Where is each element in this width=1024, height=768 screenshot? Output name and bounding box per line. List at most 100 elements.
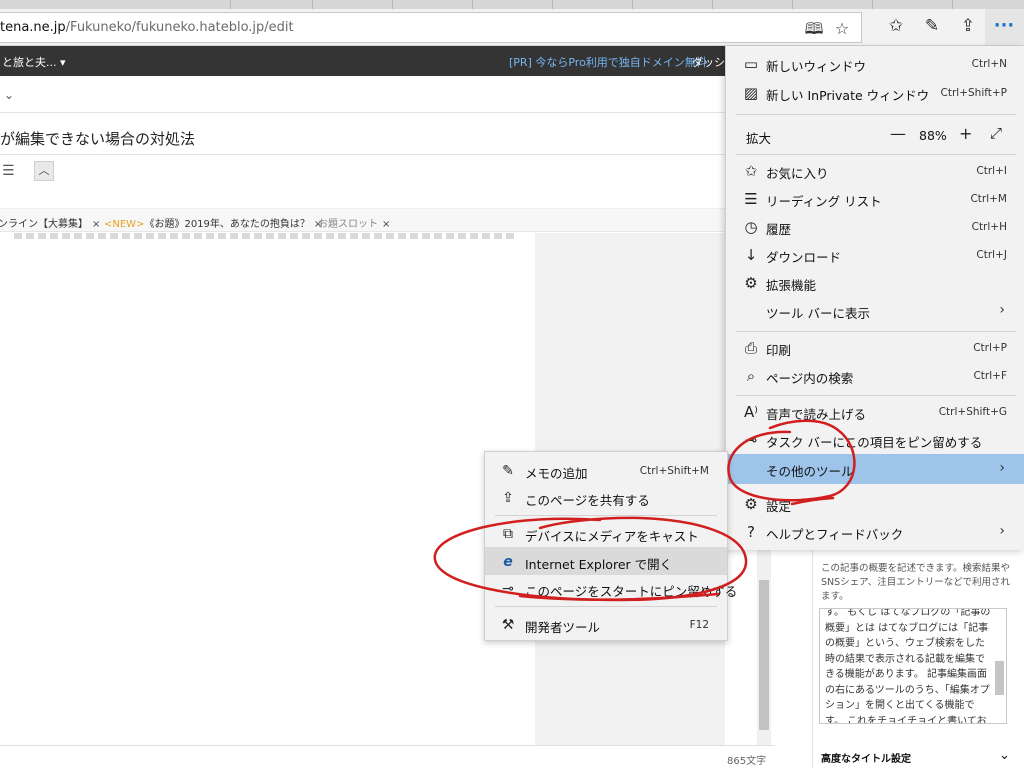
menu-item-read-aloud[interactable]: A⁾ 音声で読み上げる Ctrl+Shift+G — [726, 398, 1024, 426]
menu-separator — [736, 331, 1016, 332]
menu-item-reading-list[interactable]: ☰ リーディング リスト Ctrl+M — [726, 185, 1024, 213]
share-icon[interactable]: ⇪ — [956, 15, 980, 37]
download-icon: ↓ — [744, 246, 758, 264]
menu-item-find[interactable]: ⌕ ページ内の検索 Ctrl+F — [726, 362, 1024, 390]
summary-description: この記事の概要を記述できます。検索結果やSNSシェア、注目エントリーなどで利用さ… — [821, 563, 1011, 602]
post-title-input[interactable]: が編集できない場合の対処法 — [0, 128, 195, 149]
char-count: 865文字 — [727, 756, 767, 767]
menu-item-shortcut: Ctrl+M — [970, 193, 1007, 205]
menu-item-label: 拡張機能 — [766, 278, 817, 293]
zoom-out-button[interactable]: — — [890, 124, 906, 143]
more-button[interactable]: ··· — [985, 9, 1024, 45]
menu-item-new-window[interactable]: ▭ 新しいウィンドウ Ctrl+N — [726, 50, 1024, 78]
new-window-icon: ▭ — [743, 55, 759, 73]
submenu-item-share-page[interactable]: ⇪ このページを共有する — [485, 483, 727, 511]
submenu-item-pin-start[interactable]: ⊸ このページをスタートにピン留めする — [485, 574, 737, 602]
pr-link[interactable]: [PR] 今ならPro利用で独自ドメイン無料 — [509, 54, 707, 70]
zoom-level: 88% — [919, 128, 947, 143]
menu-item-print[interactable]: ⎙ 印刷 Ctrl+P — [726, 334, 1024, 362]
reading-view-icon[interactable]: 🕮 — [804, 19, 824, 39]
find-icon: ⌕ — [746, 367, 756, 385]
url-domain: tena.ne.jp — [0, 20, 66, 35]
blog-name-dropdown[interactable]: と旅と夫... ▾ — [2, 54, 66, 70]
tab-separator — [872, 0, 873, 9]
extensions-icon: ⚙ — [744, 274, 758, 292]
tag-label: ンライン【大募集】 — [0, 219, 88, 230]
close-icon[interactable]: × — [382, 219, 390, 230]
menu-item-show-in-toolbar[interactable]: ツール バーに表示 › — [726, 297, 1024, 325]
url-path: /Fukuneko/fukuneko.hateblo.jp/edit — [65, 20, 294, 35]
summary-textarea[interactable]: す。 もくじ はてなブログの「記事の概要」とは はてなブログには「記事の概要」と… — [819, 608, 1007, 724]
topic-tag-bar: ンライン【大募集】 × <NEW>《お題》2019年、あなたの抱負は？ × お題スロ… — [0, 208, 725, 232]
menu-item-shortcut: Ctrl+N — [971, 58, 1007, 70]
close-icon[interactable]: × — [92, 219, 100, 230]
summary-text: す。 もくじ はてなブログの「記事の概要」とは はてなブログには「記事の概要」と… — [825, 608, 991, 724]
collapse-toolbar-button[interactable]: ︿ — [34, 161, 54, 181]
read-aloud-icon: A⁾ — [744, 403, 758, 421]
settings-gear-icon: ⚙ — [744, 495, 758, 513]
tab-separator — [792, 0, 793, 9]
topic-tag[interactable]: ンライン【大募集】 × — [0, 215, 100, 230]
pen-notes-icon[interactable]: ✎ — [920, 15, 944, 37]
menu-item-label: ページ内の検索 — [766, 371, 854, 386]
tag-label: 《お題》2019年、あなたの抱負は？ — [144, 219, 310, 230]
menu-item-label: お気に入り — [766, 166, 829, 181]
menu-item-settings[interactable]: ⚙ 設定 — [726, 490, 1024, 518]
favorites-hub-icon[interactable]: ✩ — [884, 15, 908, 37]
tab-separator — [712, 0, 713, 9]
article-editor[interactable] — [0, 233, 535, 745]
submenu-item-add-notes[interactable]: ✎ メモの追加 Ctrl+Shift+M — [485, 456, 727, 484]
url-field[interactable]: tena.ne.jp/Fukuneko/fukuneko.hateblo.jp/… — [0, 12, 862, 43]
submenu-item-developer-tools[interactable]: ⚒ 開発者ツール F12 — [485, 610, 727, 638]
menu-item-extensions[interactable]: ⚙ 拡張機能 — [726, 269, 1024, 297]
topic-tag[interactable]: <NEW>《お題》2019年、あなたの抱負は？ × — [104, 215, 322, 230]
menu-item-label: その他のツール — [766, 464, 854, 479]
menu-item-inprivate[interactable]: ▨ 新しい InPrivate ウィンドウ Ctrl+Shift+P — [726, 79, 1024, 107]
submenu-item-cast-media[interactable]: ⧉ デバイスにメディアをキャスト — [485, 519, 727, 547]
inprivate-window-icon: ▨ — [743, 84, 759, 102]
chevron-down-icon[interactable]: ⌄ — [4, 88, 14, 102]
share-page-icon: ⇪ — [502, 490, 514, 506]
add-notes-icon: ✎ — [502, 463, 514, 479]
menu-item-shortcut: Ctrl+J — [976, 249, 1007, 261]
menu-item-help[interactable]: ? ヘルプとフィードバック › — [726, 518, 1024, 546]
menu-separator — [495, 606, 717, 607]
submenu-item-label: このページをスタートにピン留めする — [525, 584, 738, 599]
menu-separator — [736, 114, 1016, 115]
fullscreen-icon[interactable]: ⤢ — [990, 124, 1002, 142]
address-bar: tena.ne.jp/Fukuneko/fukuneko.hateblo.jp/… — [0, 9, 1024, 46]
menu-item-label: ヘルプとフィードバック — [766, 527, 904, 542]
menu-item-shortcut: Ctrl+Shift+G — [938, 406, 1007, 418]
advanced-title-settings[interactable]: 高度なタイトル設定 — [821, 750, 911, 765]
submenu-item-open-ie[interactable]: e Internet Explorer で開く — [485, 547, 727, 575]
favorite-star-icon[interactable]: ☆ — [832, 19, 852, 39]
menu-item-shortcut: Ctrl+P — [973, 342, 1007, 354]
divider — [0, 112, 725, 113]
menu-item-pin-taskbar[interactable]: ⊸ タスク バーにこの項目をピン留めする — [726, 426, 1024, 454]
menu-item-shortcut: Ctrl+Shift+P — [940, 87, 1007, 99]
zoom-in-button[interactable]: + — [959, 124, 972, 143]
internet-explorer-icon: e — [503, 554, 513, 570]
new-badge: <NEW> — [104, 219, 145, 230]
chevron-right-icon: › — [999, 523, 1005, 539]
favorites-icon: ✩ — [744, 162, 758, 180]
tab-strip — [0, 0, 1024, 9]
hatena-header-bar: と旅と夫... ▾ [PR] 今ならPro利用で独自ドメイン無料 ダッシュ — [0, 46, 736, 76]
chevron-down-icon[interactable]: ⌄ — [999, 748, 1010, 763]
format-list-icon[interactable]: ☰ — [2, 163, 15, 179]
menu-item-favorites[interactable]: ✩ お気に入り Ctrl+I — [726, 157, 1024, 185]
menu-item-label: タスク バーにこの項目をピン留めする — [766, 435, 983, 450]
tab-separator — [952, 0, 953, 9]
url-text: tena.ne.jp/Fukuneko/fukuneko.hateblo.jp/… — [0, 20, 294, 35]
tab-separator — [632, 0, 633, 9]
divider — [0, 745, 775, 746]
menu-item-history[interactable]: ◷ 履歴 Ctrl+H — [726, 213, 1024, 241]
scrollbar-thumb[interactable] — [759, 580, 769, 730]
chevron-right-icon: › — [999, 460, 1005, 476]
textarea-scrollbar[interactable] — [995, 661, 1004, 695]
submenu-item-label: このページを共有する — [525, 493, 650, 508]
menu-item-label: 印刷 — [766, 343, 792, 358]
menu-item-more-tools[interactable]: その他のツール › — [726, 454, 1024, 484]
menu-item-downloads[interactable]: ↓ ダウンロード Ctrl+J — [726, 241, 1024, 269]
topic-tag[interactable]: お題スロット × — [318, 215, 390, 230]
